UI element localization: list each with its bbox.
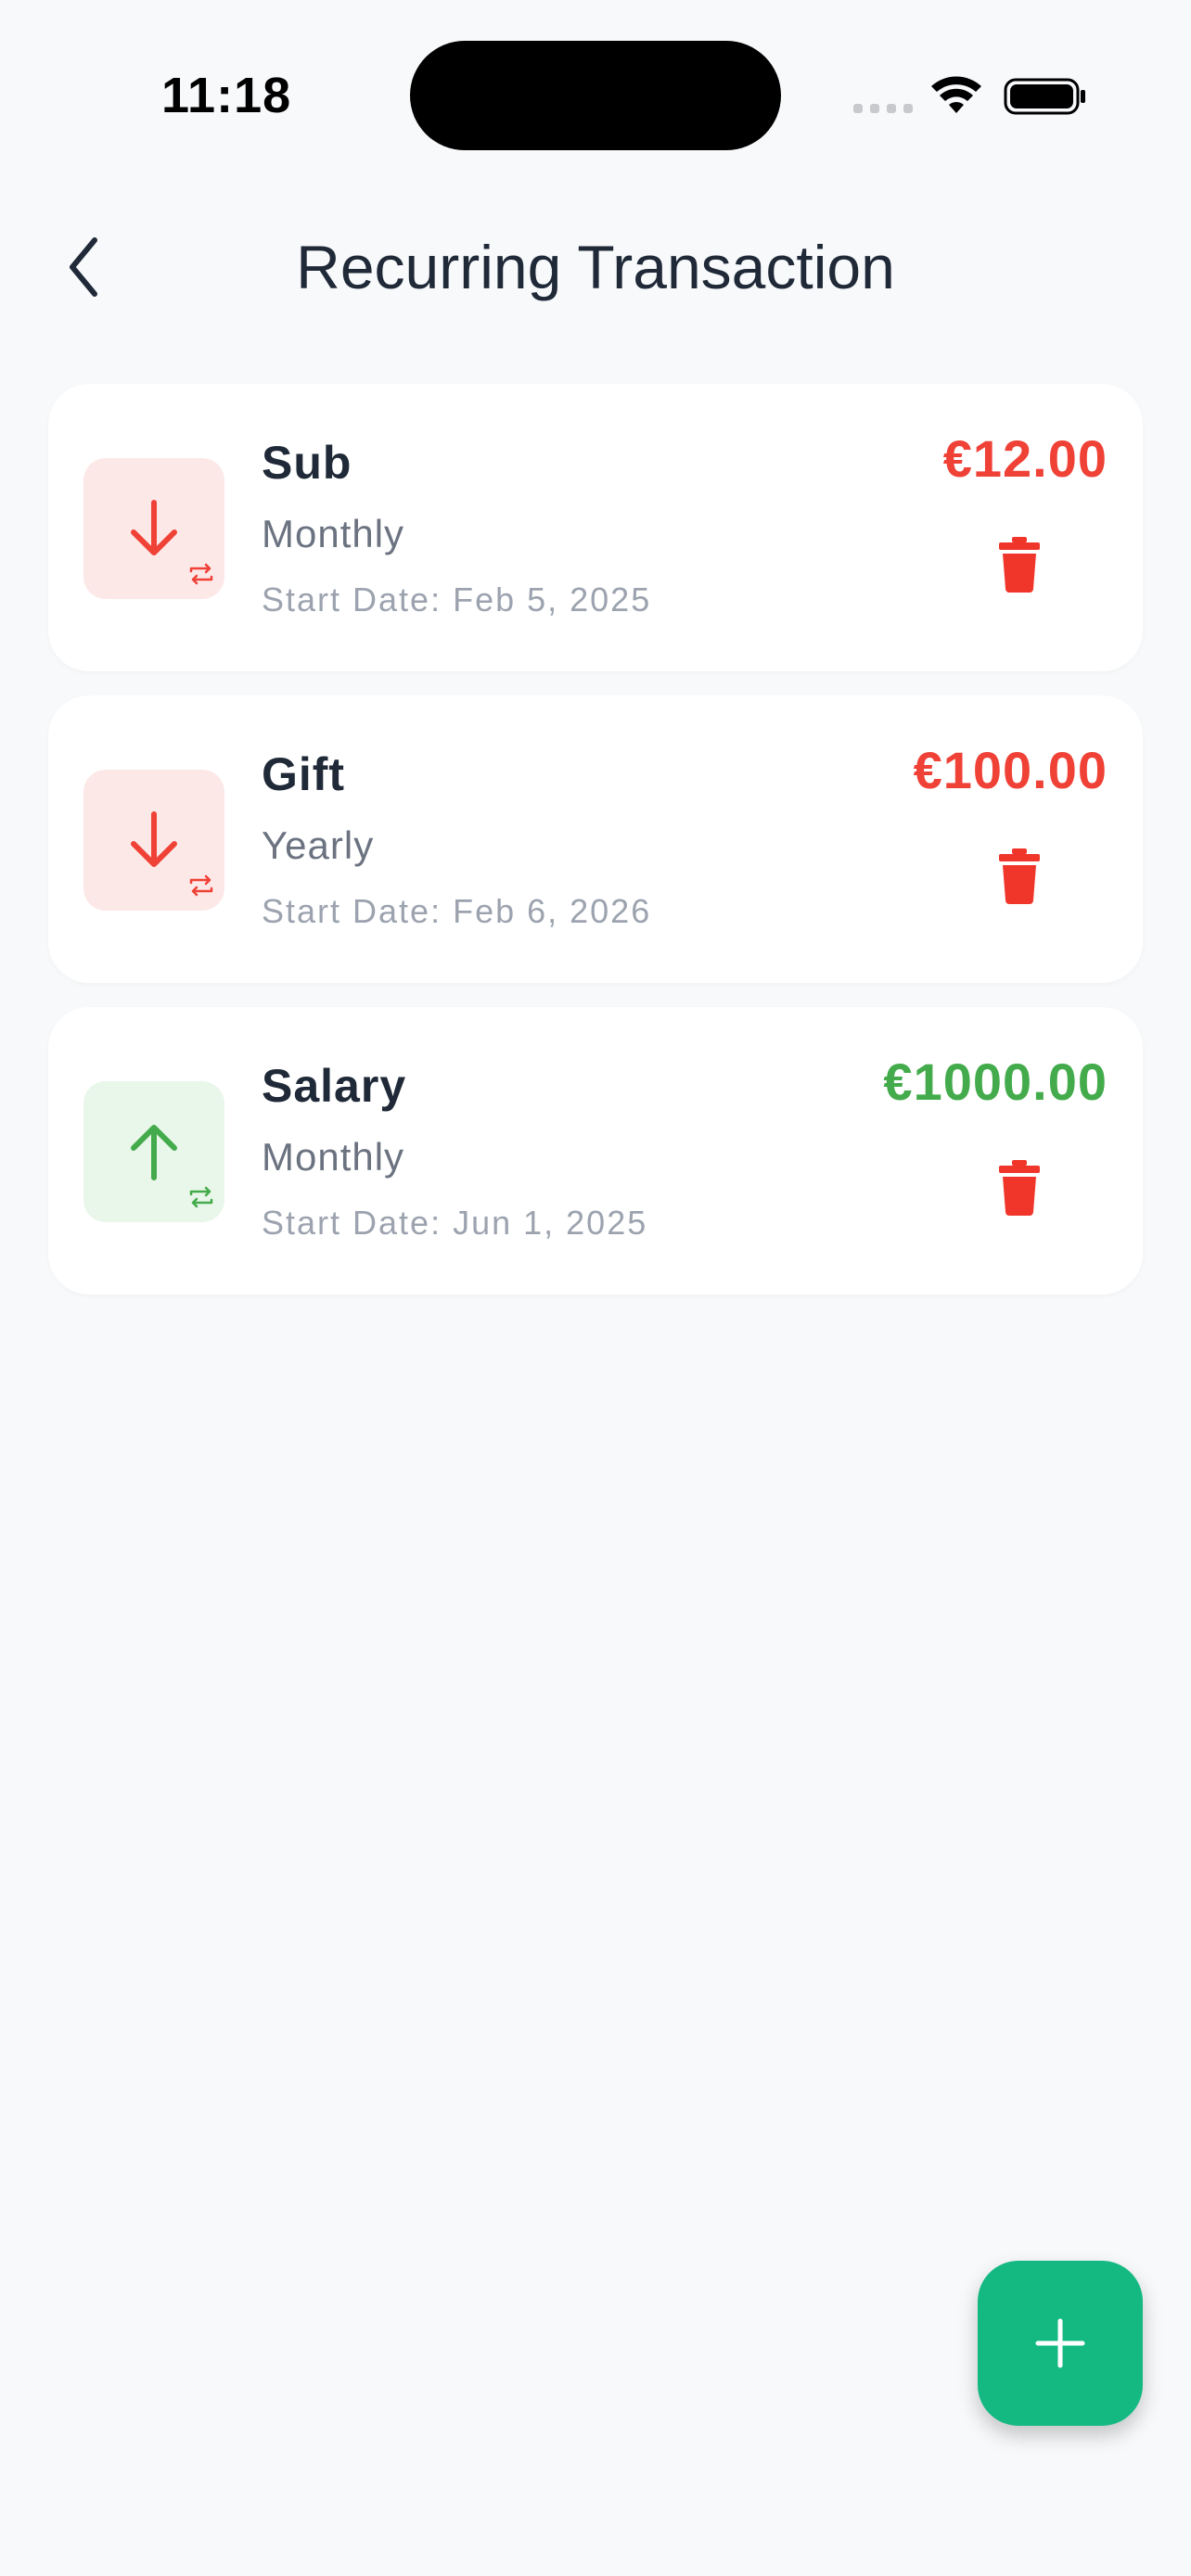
arrow-down-icon xyxy=(131,500,177,555)
delete-button[interactable] xyxy=(987,844,1052,909)
transaction-amount: €100.00 xyxy=(913,741,1108,799)
recurring-transaction-list: Sub Monthly Start Date: Feb 5, 2025 €12.… xyxy=(48,384,1143,1319)
transaction-frequency: Monthly xyxy=(262,512,405,555)
repeat-icon xyxy=(189,1186,213,1208)
transaction-frequency: Monthly xyxy=(262,1135,405,1179)
header: Recurring Transaction xyxy=(0,213,1191,325)
transaction-frequency: Yearly xyxy=(262,823,375,867)
transaction-type-badge xyxy=(83,1081,224,1222)
delete-button[interactable] xyxy=(987,532,1052,597)
trash-icon xyxy=(999,537,1040,593)
trash-icon xyxy=(999,1160,1040,1216)
arrow-down-icon xyxy=(131,811,177,867)
transaction-type-badge xyxy=(83,770,224,911)
cellular-signal-icon xyxy=(853,104,913,113)
delete-button[interactable] xyxy=(987,1155,1052,1220)
wifi-icon xyxy=(931,76,981,113)
battery-icon xyxy=(1004,78,1085,115)
transaction-start-date: Start Date: Feb 6, 2026 xyxy=(262,892,652,930)
page-title: Recurring Transaction xyxy=(296,233,895,301)
status-time: 11:18 xyxy=(161,68,292,123)
plus-icon xyxy=(1035,2318,1085,2368)
repeat-icon xyxy=(189,874,213,897)
dynamic-island xyxy=(410,41,781,150)
transaction-start-date: Start Date: Feb 5, 2025 xyxy=(262,580,652,618)
trash-icon xyxy=(999,848,1040,904)
transaction-name: Salary xyxy=(262,1060,407,1112)
transaction-amount: €1000.00 xyxy=(883,1052,1108,1111)
transaction-card[interactable]: Salary Monthly Start Date: Jun 1, 2025 €… xyxy=(48,1007,1143,1294)
status-bar: 11:18 xyxy=(0,0,1191,167)
arrow-up-icon xyxy=(131,1125,177,1180)
transaction-card[interactable]: Gift Yearly Start Date: Feb 6, 2026 €100… xyxy=(48,695,1143,983)
add-recurring-transaction-button[interactable] xyxy=(978,2261,1143,2426)
transaction-start-date: Start Date: Jun 1, 2025 xyxy=(262,1204,648,1242)
repeat-icon xyxy=(189,563,213,585)
transaction-name: Gift xyxy=(262,748,346,800)
transaction-name: Sub xyxy=(262,437,352,489)
transaction-amount: €12.00 xyxy=(942,429,1108,488)
transaction-card[interactable]: Sub Monthly Start Date: Feb 5, 2025 €12.… xyxy=(48,384,1143,671)
transaction-type-badge xyxy=(83,458,224,599)
